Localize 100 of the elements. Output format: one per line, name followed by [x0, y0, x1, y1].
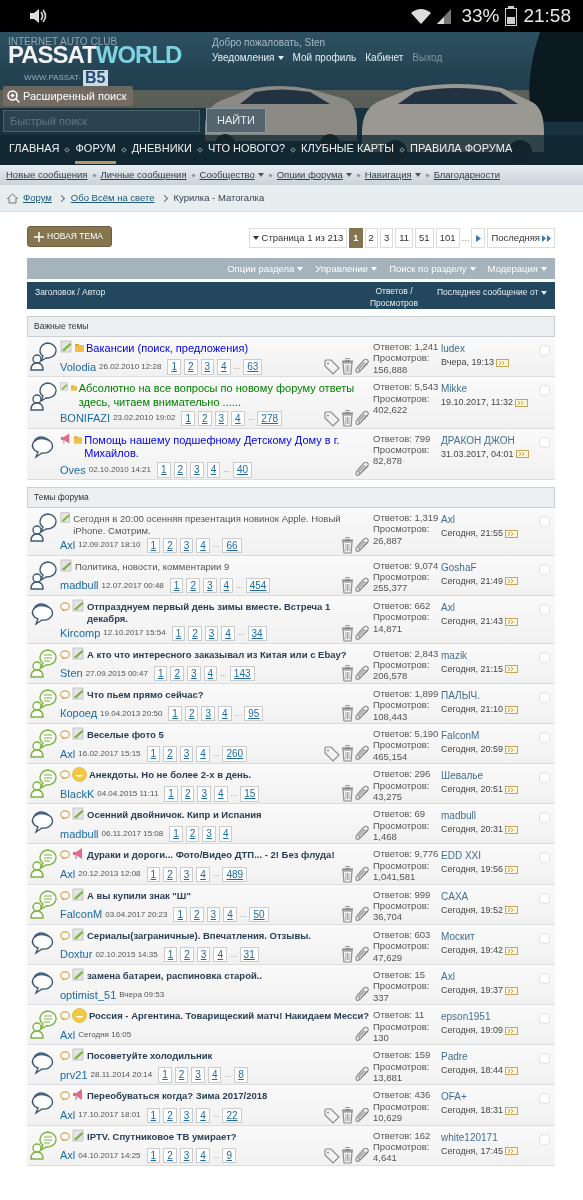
topic-title-link[interactable]: Вакансии (поиск, предложения) — [86, 342, 249, 356]
go-to-post-icon[interactable] — [495, 358, 509, 367]
page-link[interactable]: 1 — [171, 625, 186, 642]
page-link[interactable]: 1 — [173, 906, 188, 923]
subnav-link[interactable]: Навигация — [364, 167, 421, 183]
last-poster-link[interactable]: CAXA — [441, 888, 539, 904]
last-poster-link[interactable]: mazik — [441, 647, 539, 663]
page-link[interactable]: 3 — [214, 410, 229, 427]
go-to-post-icon[interactable] — [505, 906, 518, 915]
page-link[interactable]: 3 — [197, 786, 212, 802]
go-to-post-icon[interactable] — [505, 1107, 518, 1116]
topic-title-link[interactable]: Абсолютно на все вопросы по новому форуму ответы здесь, читаем внимательно ...... — [78, 382, 373, 410]
last-page-link[interactable]: Последняя — [487, 228, 555, 249]
page-link[interactable]: 4 — [218, 705, 232, 722]
page-link[interactable]: 3 — [179, 1147, 194, 1164]
page-link[interactable]: 1 — [146, 1107, 161, 1124]
page-link[interactable]: 4 — [207, 1067, 222, 1083]
page-link[interactable]: 3 — [201, 705, 216, 722]
page-link[interactable]: 66 — [222, 537, 242, 554]
select-checkbox[interactable] — [539, 515, 550, 527]
go-to-post-icon[interactable] — [505, 529, 518, 538]
page-link[interactable]: 1 — [181, 410, 195, 427]
page-link[interactable]: 3 — [179, 866, 194, 883]
select-checkbox[interactable] — [539, 932, 550, 944]
user-link[interactable]: Выход — [412, 50, 443, 65]
page-summary[interactable]: Страница 1 из 213 — [248, 228, 348, 249]
page-link[interactable]: 2 — [184, 705, 199, 722]
last-poster-link[interactable]: Padre — [441, 1049, 539, 1065]
subnav-link[interactable]: Новые сообщения — [6, 167, 88, 183]
page-link[interactable]: 8 — [234, 1067, 248, 1083]
topic-title-link[interactable]: Дураки и дороги... Фото/Видео ДТП... - 2! Без флуда! — [87, 849, 335, 862]
page-link[interactable]: 489 — [222, 866, 248, 883]
user-link[interactable]: Мой профиль — [292, 50, 357, 65]
last-poster-link[interactable]: Axl — [441, 968, 539, 984]
select-checkbox[interactable] — [539, 563, 550, 575]
page-link[interactable]: 1 — [167, 359, 181, 375]
topic-title-link[interactable]: Осенний двойничок. Кипр и Испания — [87, 809, 262, 822]
topic-title-link[interactable]: Посоветуйте холодильник — [87, 1050, 213, 1063]
author-link[interactable]: prv21 — [60, 1067, 88, 1084]
select-checkbox[interactable] — [539, 772, 550, 784]
page-link[interactable]: 2 — [188, 625, 202, 642]
page-link[interactable]: 2 — [173, 462, 188, 478]
last-poster-link[interactable]: white120171 — [441, 1129, 539, 1145]
page-link[interactable]: 4 — [219, 577, 234, 594]
go-to-post-icon[interactable] — [505, 577, 518, 586]
author-link[interactable]: Axl — [60, 1147, 76, 1164]
page-link[interactable]: 9 — [222, 1147, 237, 1164]
page-link[interactable]: 3 — [179, 537, 194, 554]
last-poster-link[interactable]: EDD XXI — [441, 848, 539, 864]
select-checkbox[interactable] — [539, 436, 550, 448]
page-link[interactable]: 1 — [156, 462, 171, 478]
last-poster-link[interactable]: GoshaF — [441, 559, 539, 575]
page-link[interactable]: 143 — [229, 665, 255, 682]
page-link[interactable]: 278 — [257, 410, 282, 427]
author-link[interactable]: BONIFAZI — [60, 410, 111, 427]
author-link[interactable]: Axl — [60, 866, 76, 883]
page-link[interactable]: 2 — [163, 746, 177, 762]
page-link[interactable]: 1 — [146, 746, 161, 762]
go-to-post-icon[interactable] — [505, 826, 518, 835]
select-checkbox[interactable] — [539, 1053, 550, 1065]
page-link[interactable]: 3 — [204, 625, 219, 642]
author-link[interactable]: optimist_51 — [60, 986, 117, 1004]
select-checkbox[interactable] — [539, 812, 550, 824]
subnav-link[interactable]: Благодарности — [433, 167, 500, 183]
page-link[interactable]: 11 — [395, 228, 414, 249]
go-to-post-icon[interactable] — [505, 946, 518, 955]
author-link[interactable]: Axl — [60, 537, 76, 554]
page-link[interactable]: 3 — [190, 462, 204, 478]
page-link[interactable]: 4 — [217, 359, 231, 375]
page-link[interactable]: 4 — [206, 462, 221, 478]
page-link[interactable]: 2 — [163, 1107, 177, 1124]
select-checkbox[interactable] — [539, 345, 550, 356]
author-link[interactable]: madbull — [60, 825, 99, 843]
page-link[interactable]: 2 — [190, 906, 204, 923]
topic-title-link[interactable]: А кто что интересного заказывал из Китая или с Ebay? — [87, 648, 347, 661]
page-link[interactable]: 4 — [218, 826, 233, 842]
author-link[interactable]: madbull — [60, 577, 99, 594]
page-link[interactable]: 50 — [249, 906, 269, 923]
select-checkbox[interactable] — [539, 892, 550, 904]
last-poster-link[interactable]: Москит — [441, 928, 539, 944]
author-link[interactable]: Sten — [60, 665, 83, 682]
go-to-post-icon[interactable] — [505, 785, 518, 794]
subnav-link[interactable]: Сообщество — [199, 167, 264, 183]
user-link[interactable]: Кабинет — [365, 50, 404, 65]
nav-tab[interactable]: ЧТО НОВОГО? — [207, 135, 286, 165]
topic-title-link[interactable]: Отпразднуем первый день зимы вместе. Встреча 1 декабря. — [86, 600, 373, 625]
next-page-button[interactable] — [471, 228, 486, 249]
breadcrumb-link[interactable]: Обо Всём на свете — [70, 190, 155, 206]
page-link[interactable]: 1 — [153, 665, 168, 682]
page-link[interactable]: 1 — [164, 786, 178, 802]
last-poster-link[interactable]: Axl — [441, 599, 539, 615]
page-link[interactable]: 3 — [196, 946, 211, 963]
topic-title-link[interactable]: Россия - Аргентина. Товарищеский матч! Накидаем Месси? — [89, 1010, 370, 1022]
select-checkbox[interactable] — [539, 691, 550, 703]
page-link[interactable]: 1 — [146, 866, 161, 883]
topic-title-link[interactable]: замена батареи, распиновка старой.. — [87, 969, 263, 982]
author-link[interactable]: Volodia — [60, 358, 97, 376]
page-link[interactable]: 4 — [231, 410, 245, 427]
go-to-post-icon[interactable] — [505, 1147, 518, 1156]
nav-tab[interactable]: ДНЕВНИКИ — [131, 135, 192, 165]
